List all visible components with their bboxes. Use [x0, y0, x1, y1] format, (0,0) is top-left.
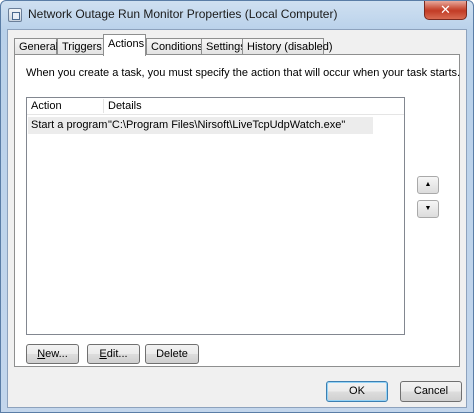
arrow-down-icon: ▼ [424, 205, 432, 212]
cancel-button[interactable]: Cancel [400, 381, 462, 402]
new-mnemonic: N [37, 348, 46, 360]
properties-dialog: Network Outage Run Monitor Properties (L… [0, 0, 474, 413]
new-action-button[interactable]: New... [26, 344, 79, 364]
details-cell: "C:\Program Files\Nirsoft\LiveTcpUdpWatc… [108, 119, 346, 131]
window-title: Network Outage Run Monitor Properties (L… [28, 7, 338, 21]
tab-label: Conditions [151, 41, 203, 53]
action-row[interactable]: Start a program "C:\Program Files\Nirsof… [28, 117, 373, 134]
tab-general[interactable]: General [14, 38, 59, 55]
close-icon: ✕ [440, 2, 451, 17]
tab-label: Triggers [62, 41, 102, 53]
column-header-details[interactable]: Details [104, 99, 384, 114]
dialog-client-area: General Triggers Actions Conditions Sett… [7, 29, 467, 408]
list-header: Action Details [27, 98, 404, 115]
tab-history[interactable]: History (disabled) [242, 38, 333, 55]
actions-tab-panel: When you create a task, you must specify… [14, 54, 460, 367]
column-header-action[interactable]: Action [27, 99, 103, 114]
tab-label: Settings [206, 41, 246, 53]
delete-action-button[interactable]: Delete [145, 344, 199, 364]
action-cell: Start a program [31, 119, 108, 131]
arrow-up-icon: ▲ [424, 181, 432, 188]
actions-intro-text: When you create a task, you must specify… [26, 67, 461, 79]
cancel-label: Cancel [413, 385, 449, 397]
tab-label: General [19, 41, 59, 53]
move-up-button[interactable]: ▲ [417, 176, 439, 194]
tab-settings[interactable]: Settings [201, 38, 246, 55]
actions-list[interactable]: Action Details Start a program "C:\Progr… [26, 97, 405, 335]
edit-label: dit... [106, 348, 128, 360]
ok-label: OK [349, 385, 365, 397]
tab-triggers[interactable]: Triggers [57, 38, 105, 55]
ok-button[interactable]: OK [326, 381, 388, 402]
title-bar[interactable]: Network Outage Run Monitor Properties (L… [1, 1, 473, 29]
tab-actions[interactable]: Actions [103, 34, 146, 56]
delete-label: Delete [156, 348, 188, 360]
new-label: ew... [45, 348, 68, 360]
tab-label: Actions [108, 38, 145, 50]
tab-label: History (disabled) [247, 41, 333, 53]
edit-action-button[interactable]: Edit... [87, 344, 140, 364]
tab-conditions[interactable]: Conditions [146, 38, 203, 55]
edit-mnemonic: E [99, 348, 107, 360]
close-button[interactable]: ✕ [424, 1, 467, 20]
task-app-icon [8, 8, 22, 22]
move-down-button[interactable]: ▼ [417, 200, 439, 218]
